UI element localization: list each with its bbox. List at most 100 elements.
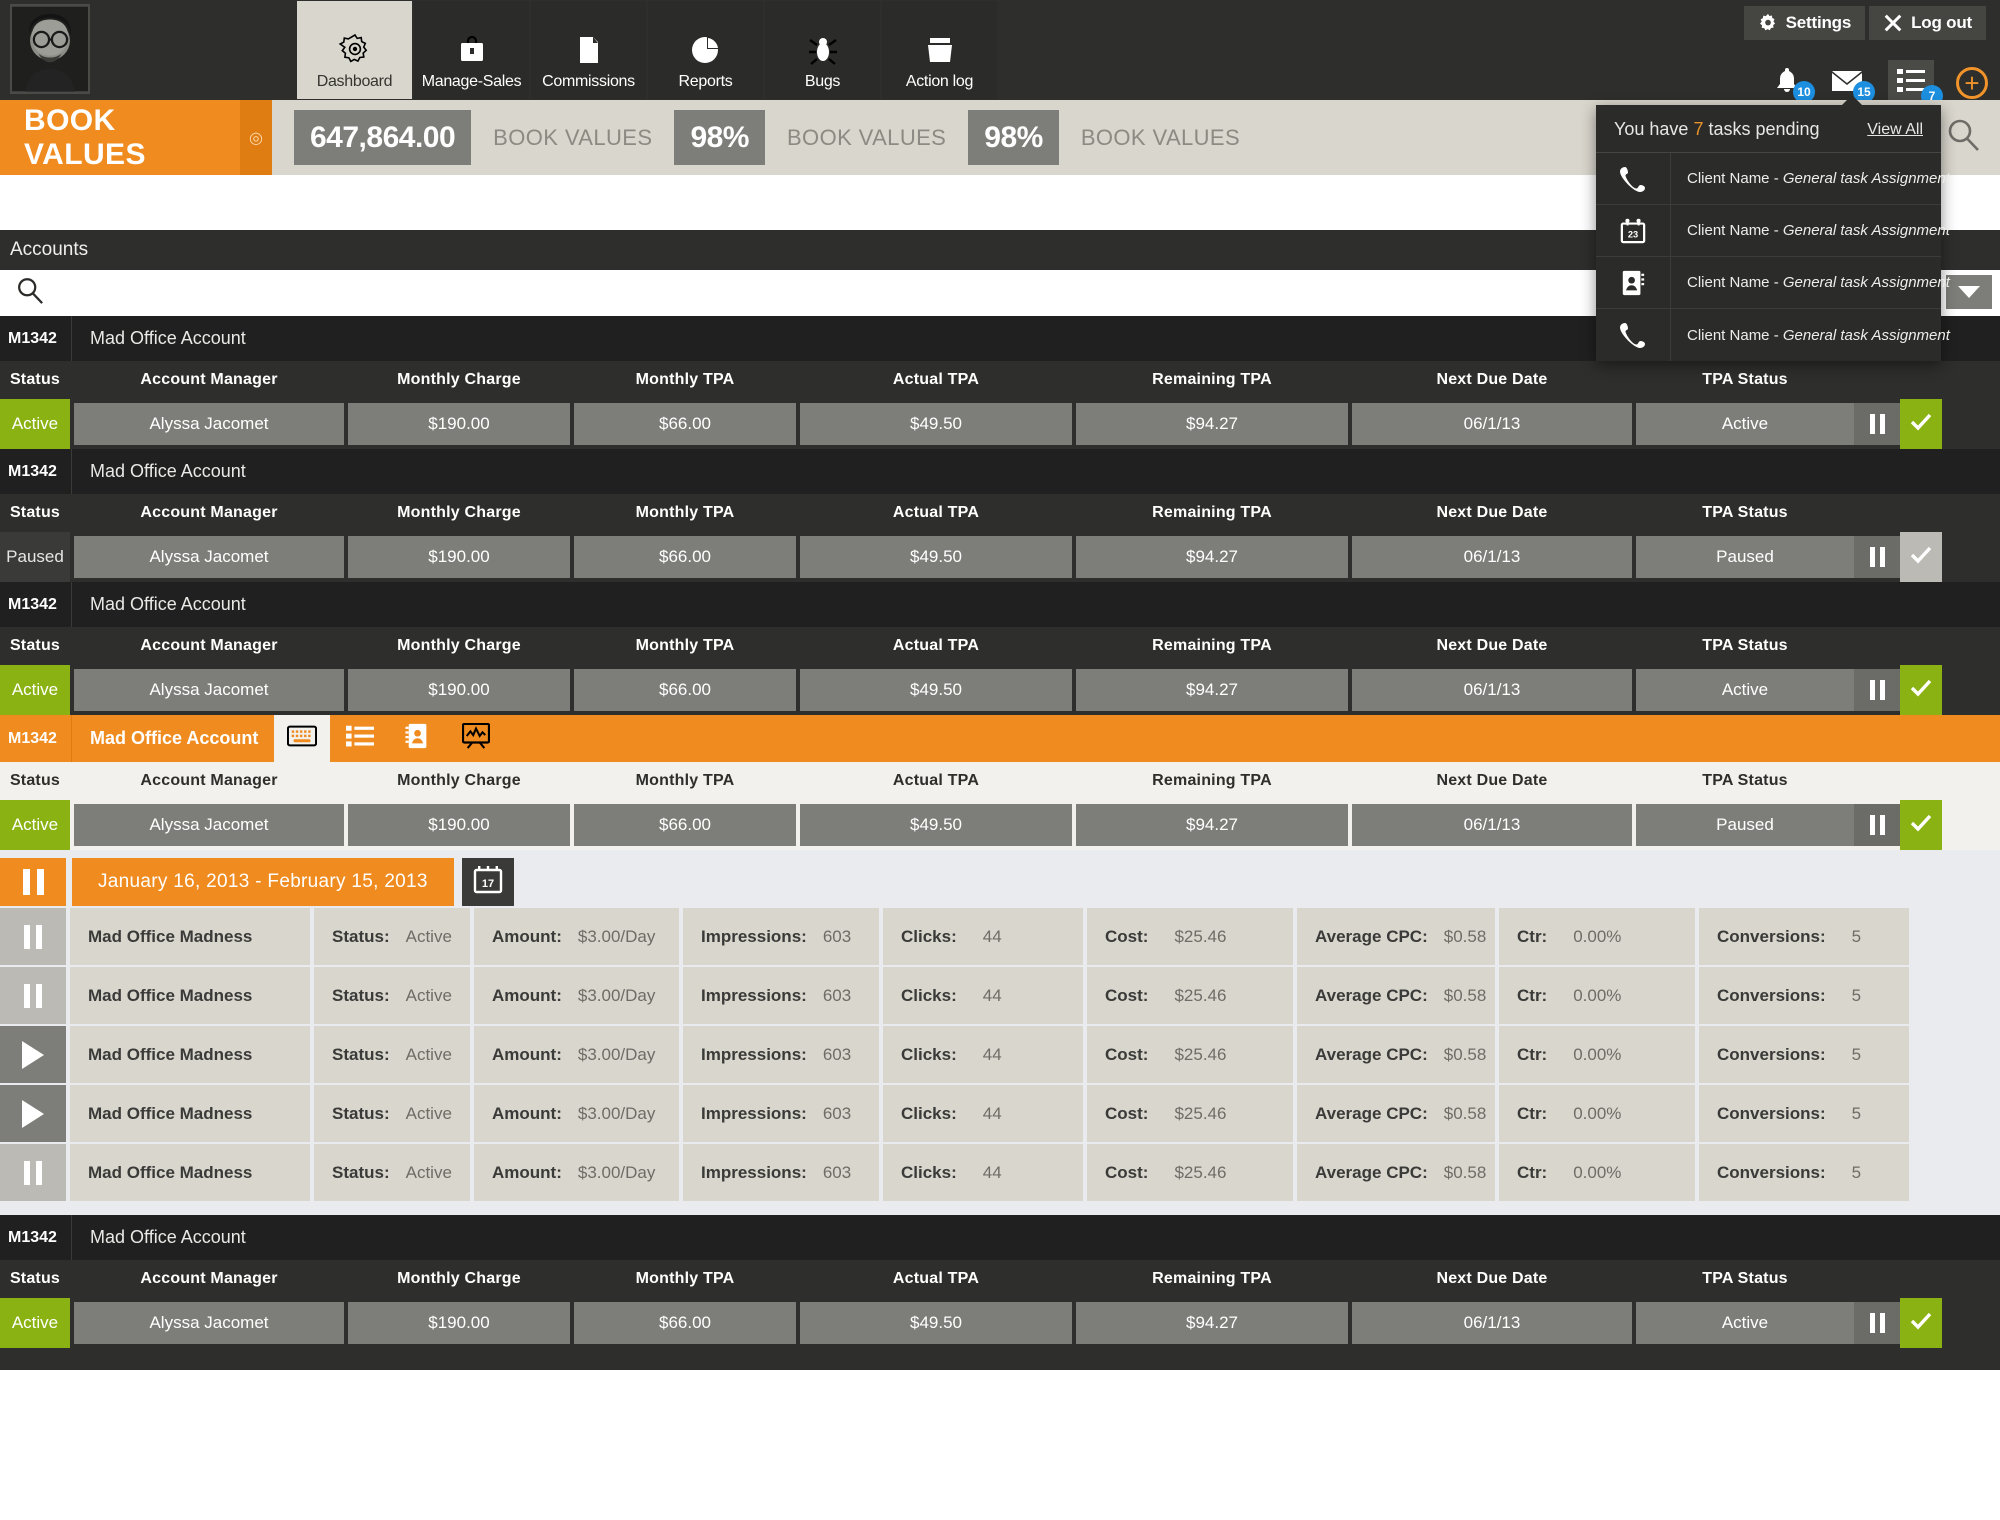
actual-tpa-cell[interactable]: $49.50 [800,403,1072,445]
nav-tab-reports[interactable]: Reports [648,1,763,99]
task-item[interactable]: Client Name - General task Assignment [1596,257,1950,309]
campaign-pause-all-button[interactable] [0,858,66,906]
monthly-charge-cell[interactable]: $190.00 [348,536,570,578]
pause-button[interactable] [1854,403,1900,445]
campaign-impressions-field: Impressions: 603 [683,1144,879,1201]
account-title-row[interactable]: M1342 Mad Office Account [0,582,2000,627]
remaining-tpa-cell[interactable]: $94.27 [1076,403,1348,445]
next-due-date-cell[interactable]: 06/1/13 [1352,669,1632,711]
notifications-bell-button[interactable]: 10 [1768,66,1815,103]
monthly-charge-cell[interactable]: $190.00 [348,1302,570,1344]
add-button[interactable]: + [1956,67,1988,99]
task-item[interactable]: Client Name - General task Assignment [1596,309,1950,361]
pause-button[interactable] [1854,669,1900,711]
campaign-name-field[interactable]: Mad Office Madness [70,908,310,965]
task-item[interactable]: 23 Client Name - General task Assignment [1596,205,1950,257]
calendar-picker-button[interactable]: 17 [461,858,514,906]
status-value: Active [405,926,452,946]
tpa-status-cell[interactable]: Active [1636,669,1854,711]
account-manager-cell[interactable]: Alyssa Jacomet [74,804,344,846]
monthly-charge-cell[interactable]: $190.00 [348,669,570,711]
avatar[interactable] [10,4,90,94]
next-due-date-cell[interactable]: 06/1/13 [1352,804,1632,846]
next-due-date-cell[interactable]: 06/1/13 [1352,403,1632,445]
tpa-status-cell[interactable]: Paused [1636,804,1854,846]
campaign-name-field[interactable]: Mad Office Madness [70,1144,310,1201]
remaining-tpa-cell[interactable]: $94.27 [1076,536,1348,578]
campaign-name-field[interactable]: Mad Office Madness [70,1085,310,1142]
account-manager-cell[interactable]: Alyssa Jacomet [74,669,344,711]
amount-value: $3.00/Day [577,1162,656,1182]
account-manager-cell[interactable]: Alyssa Jacomet [74,1302,344,1344]
monthly-tpa-cell[interactable]: $66.00 [574,403,796,445]
nav-tab-manage-sales[interactable]: Manage-Sales [414,1,529,99]
nav-tab-commissions[interactable]: Commissions [531,1,646,99]
approve-button[interactable] [1900,1298,1942,1348]
actual-tpa-cell[interactable]: $49.50 [800,669,1072,711]
campaign-name-field[interactable]: Mad Office Madness [70,967,310,1024]
campaign-clicks-field: Clicks: 44 [883,967,1083,1024]
column-header: Next Due Date [1436,637,1548,654]
avg-cpc-value: $0.58 [1443,926,1487,946]
monthly-tpa-cell[interactable]: $66.00 [574,669,796,711]
monthly-tpa-cell[interactable]: $66.00 [574,536,796,578]
nav-tab-dashboard[interactable]: Dashboard [297,1,412,99]
campaign-pause-button[interactable] [0,1144,66,1201]
monthly-charge-cell[interactable]: $190.00 [348,403,570,445]
task-text: Client Name - General task Assignment [1671,170,1950,187]
next-due-date-cell[interactable]: 06/1/13 [1352,1302,1632,1344]
campaign-pause-button[interactable] [0,908,66,965]
kpi-collapse-button[interactable]: ◎ [240,100,272,175]
tpa-status-cell[interactable]: Paused [1636,536,1854,578]
actual-tpa-cell[interactable]: $49.50 [800,1302,1072,1344]
amount-label: Amount: [492,1162,562,1182]
approve-button[interactable] [1900,532,1942,582]
account-tab-keyboard[interactable] [274,715,331,762]
tasks-button[interactable]: 7 [1888,60,1943,107]
nav-tab-action-log[interactable]: Action log [882,1,997,99]
date-range-selector[interactable]: January 16, 2013 - February 15, 2013 [72,858,454,906]
remaining-tpa-cell[interactable]: $94.27 [1076,804,1348,846]
view-all-link[interactable]: View All [1867,121,1923,139]
approve-button[interactable] [1900,665,1942,715]
pause-button[interactable] [1854,804,1900,846]
column-header: Monthly TPA [635,504,735,521]
next-due-date-cell[interactable]: 06/1/13 [1352,536,1632,578]
kpi-title: BOOK VALUES [0,100,240,175]
campaign-pause-button[interactable] [0,967,66,1024]
remaining-tpa-cell[interactable]: $94.27 [1076,669,1348,711]
actual-tpa-cell[interactable]: $49.50 [800,804,1072,846]
tpa-status-cell[interactable]: Active [1636,403,1854,445]
monthly-charge-cell[interactable]: $190.00 [348,804,570,846]
clicks-label: Clicks: [901,1044,957,1064]
account-title-row[interactable]: M1342 Mad Office Account [0,1215,2000,1260]
monthly-tpa-cell[interactable]: $66.00 [574,804,796,846]
filter-dropdown-button[interactable] [1946,275,1992,309]
bug-icon [807,27,839,73]
campaign-play-button[interactable] [0,1085,66,1142]
task-item[interactable]: Client Name - General task Assignment [1596,153,1950,205]
campaign-play-button[interactable] [0,1026,66,1083]
remaining-tpa-cell[interactable]: $94.27 [1076,1302,1348,1344]
account-title-row[interactable]: M1342 Mad Office Account [0,449,2000,494]
pause-button[interactable] [1854,536,1900,578]
account-title-row[interactable]: M1342 Mad Office Account [0,715,2000,762]
gear-icon [338,27,372,73]
pause-icon [24,1160,42,1185]
nav-tab-bugs[interactable]: Bugs [765,1,880,99]
actual-tpa-cell[interactable]: $49.50 [800,536,1072,578]
settings-button[interactable]: Settings [1743,6,1866,40]
account-tab-list[interactable] [332,715,389,762]
account-manager-cell[interactable]: Alyssa Jacomet [74,536,344,578]
approve-button[interactable] [1900,800,1942,850]
svg-text:23: 23 [1628,229,1638,239]
monthly-tpa-cell[interactable]: $66.00 [574,1302,796,1344]
tpa-status-cell[interactable]: Active [1636,1302,1854,1344]
logout-button[interactable]: Log out [1869,6,1986,40]
account-tab-contact-card[interactable] [390,715,447,762]
account-manager-cell[interactable]: Alyssa Jacomet [74,403,344,445]
campaign-name-field[interactable]: Mad Office Madness [70,1026,310,1083]
pause-button[interactable] [1854,1302,1900,1344]
account-tab-analytics[interactable] [448,715,505,762]
approve-button[interactable] [1900,399,1942,449]
